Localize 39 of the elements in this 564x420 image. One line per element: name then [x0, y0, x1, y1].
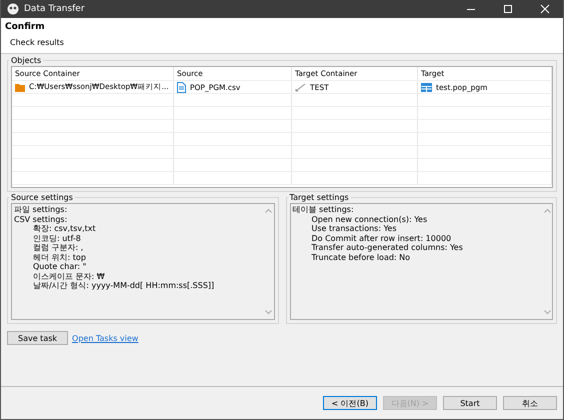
scroll-up-icon[interactable]	[544, 208, 550, 213]
settings-line: Quote char: "	[32, 262, 88, 272]
settings-line: Transfer auto-generated columns: Yes	[310, 243, 464, 252]
scroll-down-icon[interactable]	[544, 310, 550, 315]
group-label: Target settings	[288, 193, 350, 202]
settings-line: 확장: csv,tsv,txt	[32, 224, 97, 234]
cancel-button[interactable]: 취소	[503, 396, 557, 410]
settings-line: Use transactions: Yes	[310, 224, 398, 234]
app-logo-icon	[7, 3, 19, 15]
window-title: Data Transfer	[24, 4, 85, 14]
page-title: Confirm	[5, 22, 46, 32]
settings-line: 인코딩: utf-8	[32, 234, 82, 243]
open-tasks-link[interactable]: Open Tasks view	[72, 334, 138, 342]
settings-line: 컬럼 구분자: ,	[32, 243, 84, 252]
settings-text-area[interactable]: 테이블 settings: Open new connection(s): Yes Use transactions: Yes Do Commit after row insert: 10000 Transfer auto-generated columns: Yes Truncate before load: No	[290, 203, 553, 320]
group-label: Source settings	[10, 193, 74, 202]
group-label: Objects	[10, 56, 42, 65]
settings-line: 파일 settings:	[14, 205, 68, 214]
scroll-down-icon[interactable]	[265, 310, 272, 315]
page-subtitle: Check results	[10, 38, 65, 47]
save-task-button[interactable]: Save task	[7, 331, 68, 345]
folder-icon	[15, 82, 25, 92]
file-icon	[177, 82, 186, 92]
back-button[interactable]: < 이전(B)	[323, 396, 377, 410]
connection-icon	[295, 82, 306, 92]
settings-line: 헤더 위치: top	[32, 252, 87, 262]
close-icon[interactable]	[540, 4, 550, 14]
settings-line: Truncate before load: No	[310, 252, 412, 262]
settings-line: 날짜/시간 형식: yyyy-MM-dd[ HH:mm:ss[.SSS]]	[32, 281, 216, 290]
settings-line: Open new connection(s): Yes	[310, 214, 428, 224]
maximize-icon[interactable]	[503, 4, 513, 14]
settings-text-area[interactable]: 파일 settings: CSV settings: 확장: csv,tsv,txt 인코딩: utf-8 컬럼 구분자: , 헤더 위치: top Quote char: " 이스케이프 문자: ₩ 날짜/시간 형식: yyyy-MM-dd[ HH:mm:ss[.SSS]]	[11, 203, 274, 320]
settings-line: Do Commit after row insert: 10000	[310, 234, 452, 243]
settings-line: 테이블 settings:	[292, 205, 355, 214]
settings-line: 이스케이프 문자: ₩	[32, 272, 106, 281]
table-icon	[421, 82, 432, 92]
scroll-up-icon[interactable]	[265, 208, 272, 213]
start-button[interactable]: Start	[443, 396, 497, 410]
settings-line: CSV settings:	[14, 214, 68, 224]
